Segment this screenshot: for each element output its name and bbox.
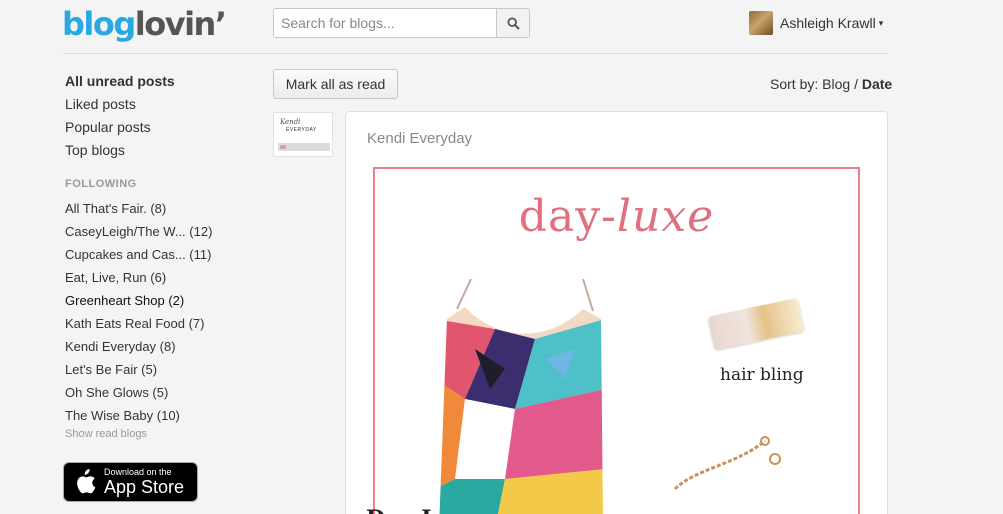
search-input[interactable] [274, 9, 496, 37]
sort-by-date[interactable]: Date [862, 76, 892, 92]
app-store-line1: Download on the [104, 467, 172, 477]
dress-illustration [439, 279, 603, 514]
header-divider [63, 53, 888, 54]
image-title-part2: luxe [616, 191, 715, 242]
following-item-eat-live-run[interactable]: Eat, Live, Run (6) [65, 266, 265, 289]
post-thumbnail[interactable]: Kendi EVERYDAY [273, 112, 333, 157]
apple-icon [77, 469, 96, 494]
show-read-blogs-link[interactable]: Show read blogs [65, 428, 147, 440]
sort-separator: / [854, 76, 858, 92]
following-item-oh-she-glows[interactable]: Oh She Glows (5) [65, 381, 265, 404]
user-menu[interactable]: Ashleigh Krawll ▾ [749, 11, 883, 35]
following-item-lets-be-fair[interactable]: Let's Be Fair (5) [65, 358, 265, 381]
post-image[interactable]: day-luxe hair bling [373, 167, 860, 514]
logo-part-lovin: lovin’ [134, 5, 227, 43]
following-heading: FOLLOWING [65, 178, 137, 190]
chevron-down-icon: ▾ [878, 17, 884, 28]
sort-by-blog[interactable]: Blog [822, 76, 850, 92]
following-item-kendi-everyday[interactable]: Kendi Everyday (8) [65, 335, 265, 358]
sort-label: Sort by: [770, 76, 819, 92]
sidebar-item-popular[interactable]: Popular posts [65, 116, 265, 139]
avatar [749, 11, 773, 35]
sidebar-nav: All unread posts Liked posts Popular pos… [65, 70, 265, 162]
thumb-swatch [280, 145, 286, 149]
post-source[interactable]: Kendi Everyday [367, 130, 472, 147]
thumb-text-kendi: Kendi [280, 118, 301, 126]
sidebar-item-all-unread[interactable]: All unread posts [65, 70, 265, 93]
image-title-part1: day- [518, 191, 617, 242]
sidebar-item-liked[interactable]: Liked posts [65, 93, 265, 116]
logo-part-blog: blog [62, 5, 136, 43]
image-title: day-luxe [375, 191, 858, 242]
following-item-kath-eats[interactable]: Kath Eats Real Food (7) [65, 312, 265, 335]
following-item-greenheart-shop[interactable]: Greenheart Shop (2) [65, 289, 265, 312]
following-item-wise-baby[interactable]: The Wise Baby (10) [65, 404, 265, 427]
following-item-caseyleigh[interactable]: CaseyLeigh/The W... (12) [65, 220, 265, 243]
sort-control: Sort by: Blog / Date [770, 76, 892, 92]
sidebar-item-top-blogs[interactable]: Top blogs [65, 139, 265, 162]
post-title[interactable]: Day-L [366, 506, 437, 514]
hair-clip-image [707, 297, 805, 351]
search-icon [506, 16, 520, 30]
following-list: All That's Fair. (8) CaseyLeigh/The W...… [65, 197, 265, 427]
bloglovin-logo[interactable]: bloglovin’ [62, 4, 227, 44]
app-store-line2: App Store [104, 477, 185, 497]
user-name: Ashleigh Krawll [780, 15, 876, 31]
search-box [273, 8, 530, 38]
search-button[interactable] [496, 9, 529, 37]
necklace-illustration [673, 436, 781, 491]
mark-all-read-button[interactable]: Mark all as read [273, 69, 398, 99]
following-item-cupcakes[interactable]: Cupcakes and Cas... (11) [65, 243, 265, 266]
post-card: Kendi Everyday day-luxe hair bling [345, 111, 888, 514]
thumb-text-everyday: EVERYDAY [286, 127, 317, 133]
following-item-all-thats-fair[interactable]: All That's Fair. (8) [65, 197, 265, 220]
image-label: hair bling [720, 365, 804, 385]
app-store-badge[interactable]: Download on the App Store [63, 462, 198, 502]
